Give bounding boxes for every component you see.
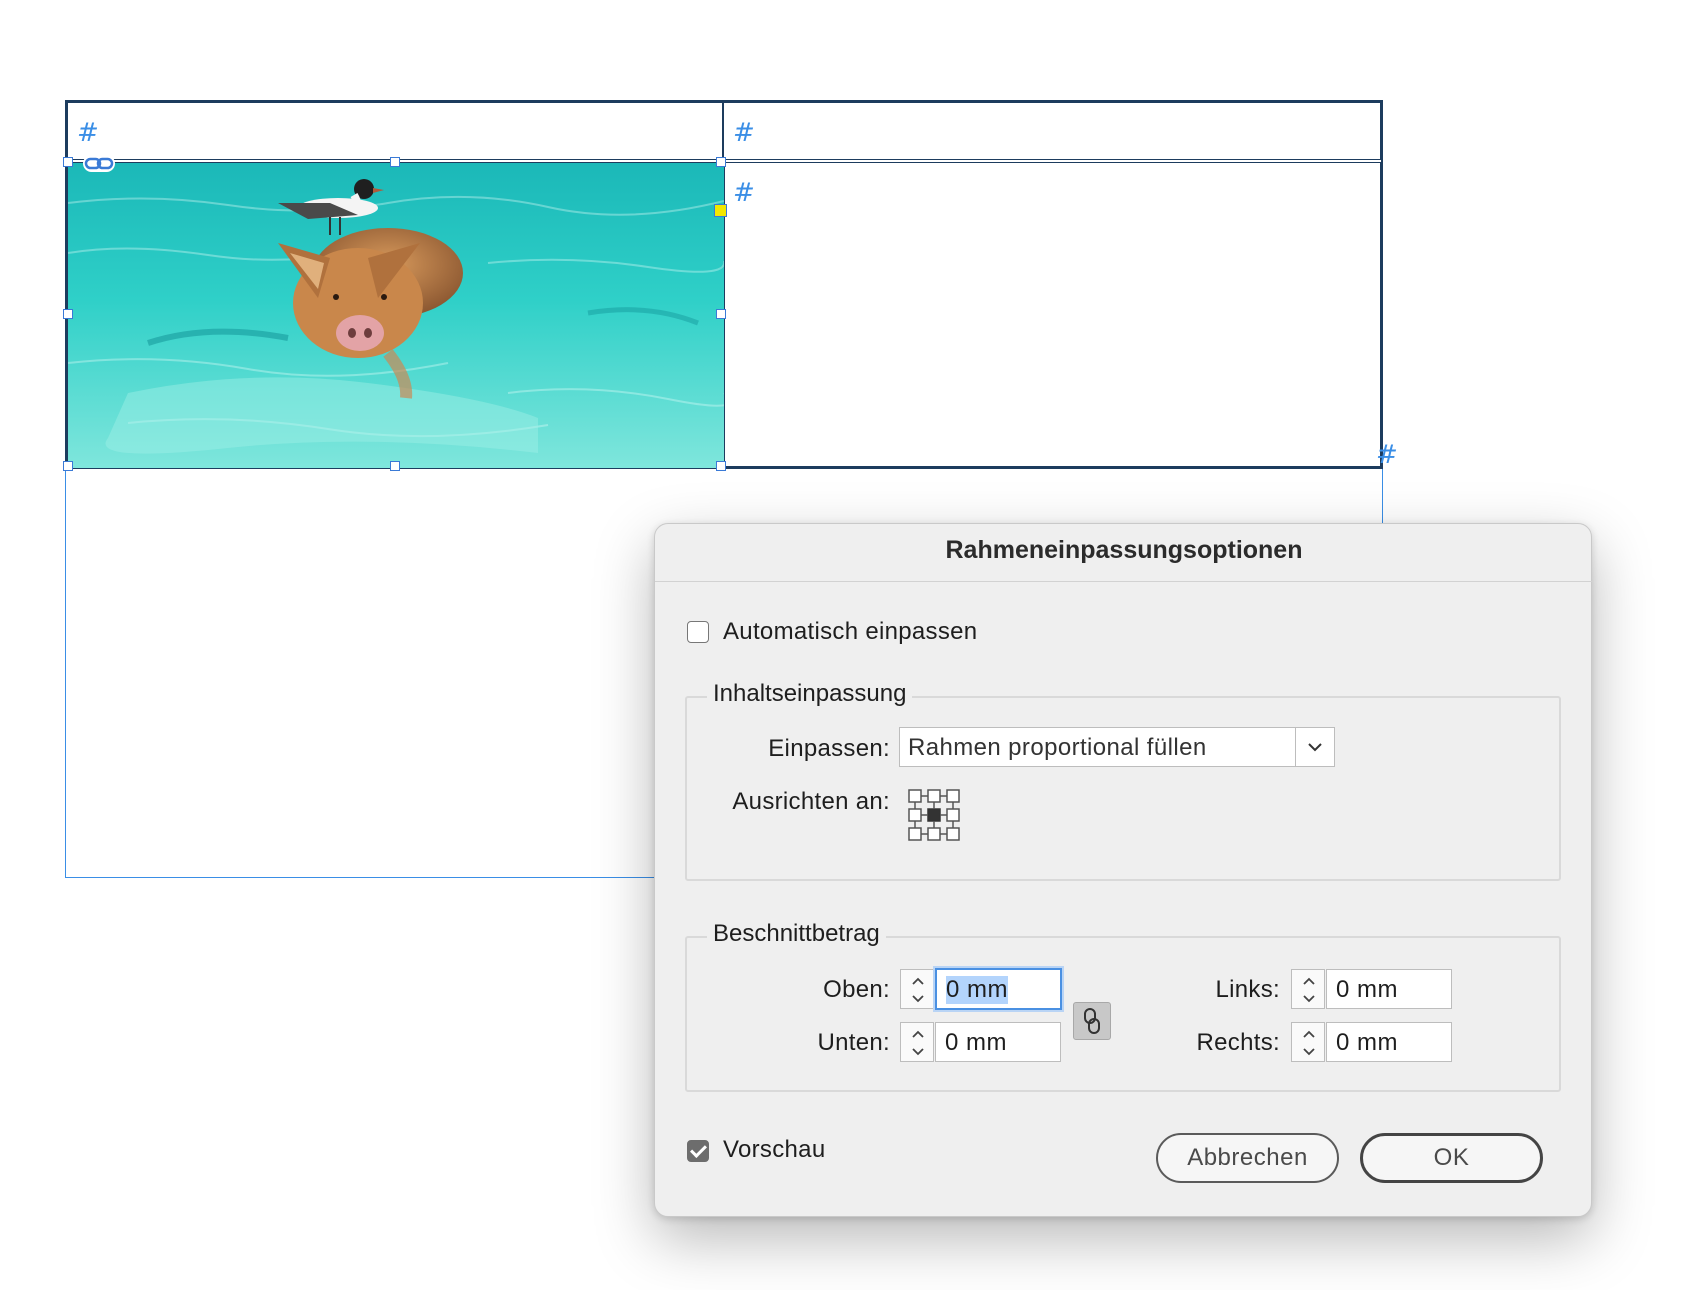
resize-handle[interactable] [390, 461, 400, 471]
cell-marker: # [733, 178, 755, 208]
top-crop-input[interactable]: 0 mm [935, 968, 1062, 1010]
auto-fit-checkbox[interactable] [687, 621, 709, 643]
resize-handle[interactable] [716, 461, 726, 471]
align-label: Ausrichten an: [732, 788, 890, 815]
bottom-crop-value: 0 mm [945, 1029, 1007, 1056]
title-divider [655, 581, 1593, 582]
right-crop-value: 0 mm [1336, 1029, 1398, 1056]
right-crop-input[interactable]: 0 mm [1326, 1022, 1452, 1062]
auto-fit-label: Automatisch einpassen [723, 618, 978, 645]
link-icon[interactable] [83, 155, 115, 172]
out-port-handle[interactable] [714, 204, 727, 217]
preview-label: Vorschau [723, 1136, 826, 1163]
reference-point-grid[interactable] [908, 789, 960, 841]
resize-handle[interactable] [716, 309, 726, 319]
resize-handle[interactable] [390, 157, 400, 167]
bottom-label: Unten: [817, 1029, 890, 1056]
left-crop-value: 0 mm [1336, 976, 1398, 1003]
resize-handle[interactable] [63, 461, 73, 471]
left-stepper[interactable] [1291, 969, 1325, 1009]
content-fitting-legend: Inhaltseinpassung [707, 680, 913, 708]
crop-amount-legend: Beschnittbetrag [707, 920, 886, 948]
table-cell-header-left[interactable] [67, 102, 723, 160]
ok-button[interactable]: OK [1360, 1133, 1543, 1183]
top-crop-value: 0 mm [946, 976, 1008, 1004]
preview-checkbox[interactable] [687, 1140, 709, 1162]
chevron-down-icon[interactable] [1295, 728, 1334, 766]
cancel-button[interactable]: Abbrechen [1156, 1133, 1339, 1183]
right-stepper[interactable] [1291, 1022, 1325, 1062]
placed-image[interactable] [67, 162, 725, 469]
resize-handle[interactable] [716, 157, 726, 167]
pig-photo [68, 163, 724, 468]
cell-marker: # [1376, 440, 1398, 470]
dialog-title: Rahmeneinpassungsoptionen [945, 536, 1303, 564]
resize-handle[interactable] [63, 157, 73, 167]
table-cell-body-right[interactable] [723, 162, 1381, 467]
top-stepper[interactable] [900, 969, 934, 1009]
fit-label: Einpassen: [768, 735, 890, 762]
right-label: Rechts: [1196, 1029, 1280, 1056]
top-label: Oben: [823, 976, 890, 1003]
left-label: Links: [1215, 976, 1280, 1003]
resize-handle[interactable] [63, 309, 73, 319]
crop-amount-group [685, 936, 1561, 1092]
fit-select[interactable]: Rahmen proportional füllen [899, 727, 1335, 767]
left-crop-input[interactable]: 0 mm [1326, 969, 1452, 1009]
chain-link-icon[interactable] [1073, 1002, 1111, 1040]
bottom-crop-input[interactable]: 0 mm [935, 1022, 1061, 1062]
cell-marker: # [733, 118, 755, 148]
bottom-stepper[interactable] [900, 1022, 934, 1062]
table-cell-header-right[interactable] [723, 102, 1381, 160]
cell-marker: # [77, 118, 99, 148]
fit-select-value: Rahmen proportional füllen [908, 734, 1207, 761]
frame-fitting-options-dialog: Rahmeneinpassungsoptionen Automatisch ei… [654, 523, 1593, 1217]
